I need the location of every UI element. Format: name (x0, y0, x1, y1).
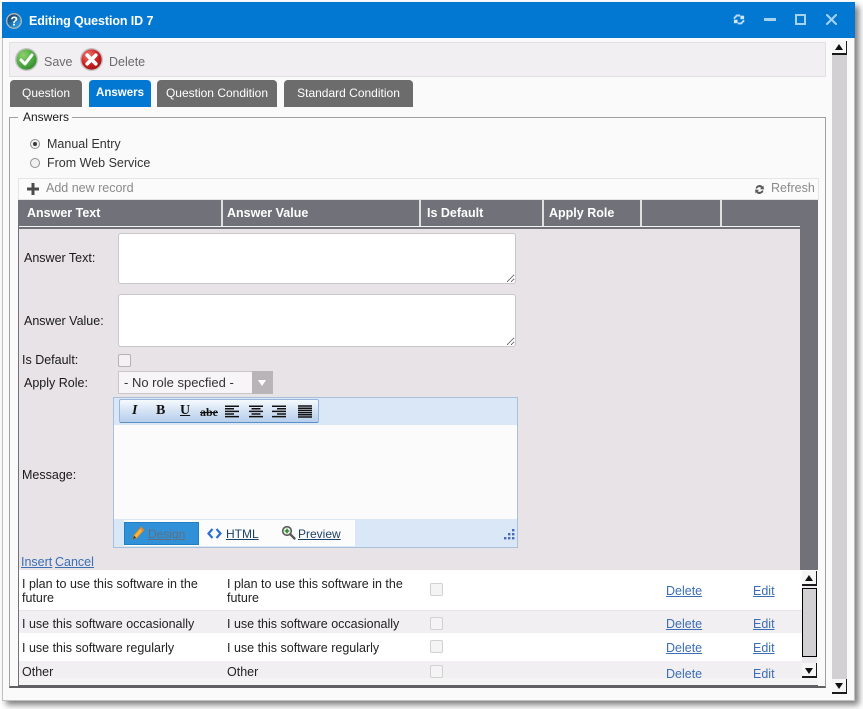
svg-text:?: ? (10, 14, 18, 28)
